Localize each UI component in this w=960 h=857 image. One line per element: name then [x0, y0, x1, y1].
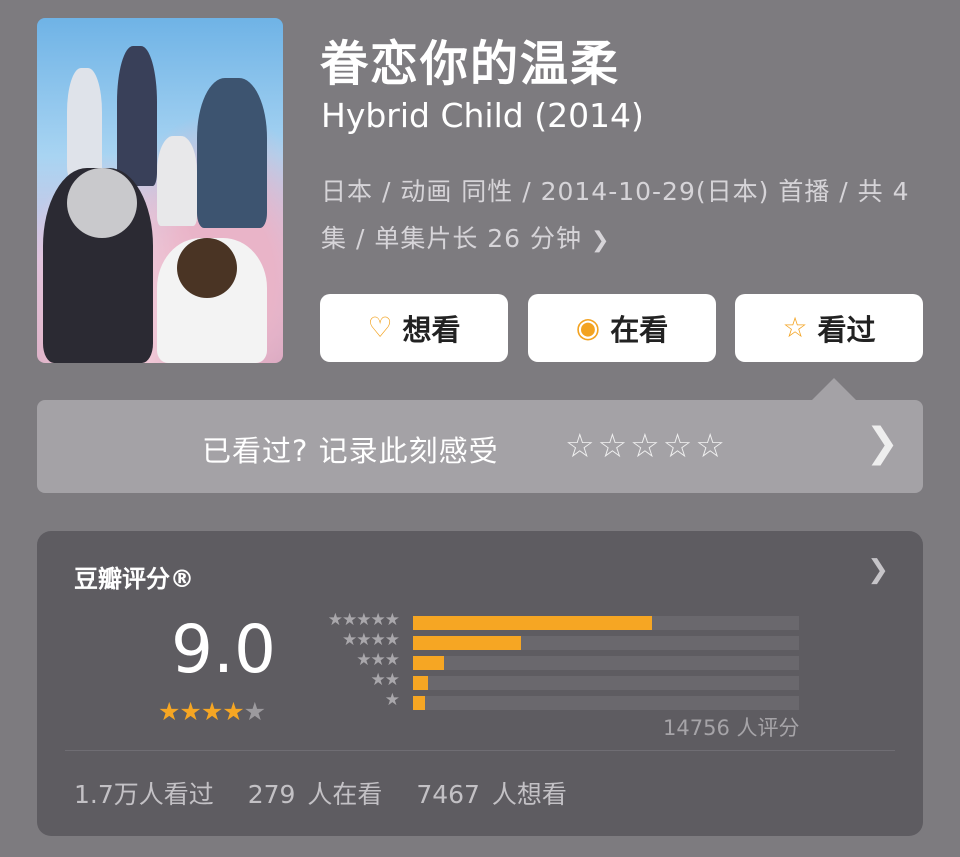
target-icon: ◉ [575, 311, 601, 344]
star-outline-icon: ☆ [782, 311, 808, 344]
want-label: 想看 [402, 313, 461, 347]
distribution-bar [413, 636, 522, 650]
full-stars: ★★★★ [158, 697, 245, 726]
wanting-count: 7467 人想看 [416, 780, 567, 809]
half-star: ★ [243, 697, 266, 726]
chevron-right-icon: ❯ [867, 555, 889, 585]
poster-figure-head [67, 168, 137, 238]
chevron-right-icon: ❯ [865, 420, 899, 466]
distribution-row: ★ [317, 690, 837, 712]
rating-stars-input[interactable]: ☆☆☆☆☆ [565, 426, 728, 465]
poster-image[interactable] [37, 18, 283, 363]
movie-meta[interactable]: 日本 / 动画 同性 / 2014-10-29(日本) 首播 / 共 4 集 /… [321, 168, 921, 264]
distribution-stars: ★★★★★ [327, 610, 400, 630]
rating-score: 9.0 [171, 611, 276, 688]
poster-figure [157, 136, 197, 226]
watching-label: 在看 [610, 313, 669, 347]
distribution-bar [413, 696, 425, 710]
watched-button[interactable]: ☆ 看过 [735, 294, 923, 362]
douban-rating-card[interactable]: 豆瓣评分® ❯ 9.0 ★★★★★ ★★★★★ ★★★★ ★★★ ★★ ★ 14756 … [37, 531, 923, 836]
record-feeling-bar[interactable]: 已看过? 记录此刻感受 ☆☆☆☆☆ ❯ [37, 400, 923, 493]
watching-count: 279 人在看 [247, 780, 383, 809]
watched-label: 看过 [817, 313, 876, 347]
distribution-stars: ★★ [370, 670, 401, 690]
poster-figure [67, 68, 102, 178]
record-pointer [812, 378, 856, 400]
heart-plus-icon: ♡ [367, 311, 393, 344]
score-stars: ★★★★★ [158, 697, 266, 726]
distribution-track [413, 676, 799, 690]
raters-count: 14756 人评分 [663, 716, 800, 740]
distribution-stars: ★★★★ [342, 630, 400, 650]
distribution-bar [413, 656, 444, 670]
watched-count: 1.7万人看过 [74, 780, 214, 809]
distribution-track [413, 696, 799, 710]
meta-line2: 集 / 单集片长 26 分钟 [321, 224, 583, 253]
meta-line1: 日本 / 动画 同性 / 2014-10-29(日本) 首播 / 共 4 [321, 177, 910, 206]
distribution-bar [413, 676, 429, 690]
poster-figure [117, 46, 157, 186]
audience-counts: 1.7万人看过 279 人在看 7467 人想看 [74, 775, 589, 811]
chevron-right-icon: ❯ [590, 228, 611, 253]
distribution-stars: ★★★ [356, 650, 400, 670]
distribution-bar [413, 616, 653, 630]
movie-title: 眷恋你的温柔 [320, 36, 621, 92]
want-to-watch-button[interactable]: ♡ 想看 [320, 294, 508, 362]
distribution-stars: ★ [384, 690, 400, 710]
rating-label: 豆瓣评分® [74, 565, 194, 593]
poster-figure-head [177, 238, 237, 298]
distribution-track [413, 616, 799, 630]
poster-figure [197, 78, 267, 228]
record-prompt: 已看过? 记录此刻感受 [202, 434, 499, 468]
divider [65, 750, 895, 751]
distribution-track [413, 656, 799, 670]
distribution-track [413, 636, 799, 650]
watching-button[interactable]: ◉ 在看 [528, 294, 716, 362]
original-title: Hybrid Child (2014) [321, 96, 644, 135]
